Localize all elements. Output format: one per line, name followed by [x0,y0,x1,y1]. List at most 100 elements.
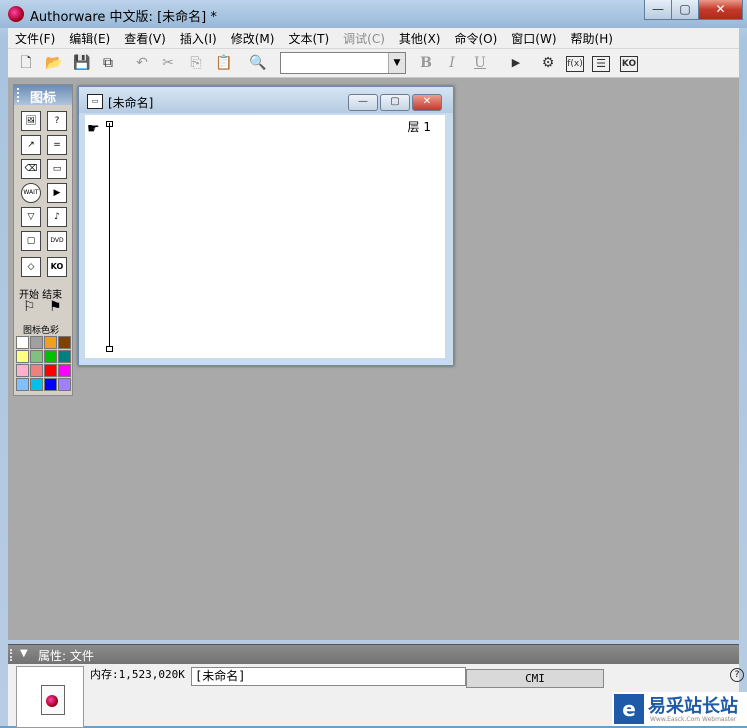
color-swatch[interactable] [58,336,71,349]
flowline-title: [未命名] [108,96,154,110]
bold-button[interactable]: B [416,53,436,73]
map-group-icon[interactable]: ▭ [47,159,67,179]
undo-icon[interactable]: ↶ [132,53,152,73]
knowledge-objects-icon[interactable]: KO [620,56,638,72]
grip-icon[interactable] [10,649,16,661]
watermark-logo: e [614,694,644,724]
display-icon[interactable]: 🖼 [21,111,41,131]
color-swatch[interactable] [58,378,71,391]
menu-edit[interactable]: 编辑(E) [62,28,117,48]
decision-icon[interactable]: ◇ [21,257,41,277]
color-swatch[interactable] [44,364,57,377]
underline-button[interactable]: U [470,53,490,73]
sound-icon[interactable]: ♪ [47,207,67,227]
maximize-button[interactable]: ▢ [671,0,699,20]
file-preview [16,666,84,728]
menu-insert[interactable]: 插入(I) [173,28,224,48]
find-icon[interactable]: 🔍 [248,53,268,73]
open-file-icon[interactable]: 📂 [44,53,64,73]
menu-view[interactable]: 查看(V) [117,28,173,48]
flowline-window: ▭ [未命名] — ▢ ✕ ☛ 层 1 [78,86,454,366]
color-swatch[interactable] [44,350,57,363]
menu-commands[interactable]: 命令(O) [447,28,504,48]
paste-icon[interactable]: 📋 [214,53,234,73]
color-swatch[interactable] [30,336,43,349]
color-swatch[interactable] [44,378,57,391]
menu-xtras[interactable]: 其他(X) [392,28,448,48]
calculation-icon[interactable]: = [47,135,67,155]
navigate-icon[interactable]: ▽ [21,207,41,227]
new-file-icon[interactable]: 🗋 [16,53,36,73]
color-swatch[interactable] [16,350,29,363]
memory-readout: 内存:1,523,020K [90,668,185,681]
palette-title-bar[interactable]: 图标 [14,85,72,106]
save-all-icon[interactable]: 💾 [72,53,92,73]
authorware-file-icon [41,685,65,715]
grip-icon[interactable] [17,88,25,102]
italic-button[interactable]: I [442,53,462,73]
color-swatch[interactable] [30,364,43,377]
icon-color-label: 图标色彩 [23,326,60,336]
menu-debug[interactable]: 调试(C) [336,28,392,48]
wait-icon[interactable]: WAIT [21,183,41,203]
flowline-window-icon: ▭ [87,94,103,109]
window-title: Authorware 中文版: [未命名] * [30,10,217,25]
watermark-subtext: Www.Easck.Com Webmaster [650,716,737,723]
flowline[interactable] [109,123,110,349]
menu-bar: 文件(F) 编辑(E) 查看(V) 插入(I) 修改(M) 文本(T) 调试(C) 其他(X)… [8,28,739,49]
paste-hand-icon[interactable]: ☛ [87,121,100,137]
functions-icon[interactable]: f(x) [566,56,584,72]
variables-icon[interactable]: ☰ [592,56,610,72]
end-flag-icon[interactable]: ⚑ [49,299,62,315]
flow-maximize-button[interactable]: ▢ [380,94,410,111]
flowline-title-bar[interactable]: ▭ [未命名] — ▢ ✕ [79,87,453,113]
icon-palette: 图标 🖼 ? ↗ = ⌫ ▭ WAIT ▶ ▽ ♪ ▢ DVD ◇ KO 开始 … [13,84,73,396]
color-swatch[interactable] [58,350,71,363]
control-panel-icon[interactable]: ⚙ [538,53,558,73]
color-swatch[interactable] [30,350,43,363]
cut-icon[interactable]: ✂ [158,53,178,73]
menu-help[interactable]: 帮助(H) [564,28,620,48]
collapse-arrow-icon[interactable]: ▼ [20,648,28,659]
watermark-text: 易采站长站 [648,696,738,717]
flow-minimize-button[interactable]: — [348,94,378,111]
chevron-down-icon[interactable]: ▼ [388,53,405,73]
app-window: Authorware 中文版: [未命名] * — ▢ ✕ 文件(F) 编辑(E)… [0,0,747,728]
text-style-combo[interactable]: ▼ [280,52,406,74]
close-button[interactable]: ✕ [698,0,743,20]
menu-modify[interactable]: 修改(M) [224,28,282,48]
flow-close-button[interactable]: ✕ [412,94,442,111]
color-swatch[interactable] [16,378,29,391]
color-swatch[interactable] [44,336,57,349]
color-swatch[interactable] [30,378,43,391]
color-swatch[interactable] [16,364,29,377]
properties-bar[interactable]: ▼ 属性: 文件 [8,644,739,665]
interaction-icon[interactable]: ? [47,111,67,131]
dvd-icon[interactable]: DVD [47,231,67,251]
color-swatch[interactable] [58,364,71,377]
run-icon[interactable]: ▶ [506,53,526,73]
import-icon[interactable]: ⧉ [98,53,118,73]
erase-icon[interactable]: ⌫ [21,159,41,179]
flowline-end-marker [106,346,113,352]
help-icon[interactable]: ? [730,668,744,682]
watermark: e 易采站长站 Www.Easck.Com Webmaster [612,692,747,726]
motion-icon[interactable]: ↗ [21,135,41,155]
tab-cmi[interactable]: CMI [466,669,604,688]
toolbar: 🗋 📂 💾 ⧉ ↶ ✂ ⎘ 📋 🔍 ▼ B I U ▶ ⚙ f(x) ☰ KO [8,49,739,78]
menu-file[interactable]: 文件(F) [8,28,62,48]
flowline-canvas[interactable]: ☛ 层 1 [85,115,445,358]
authorware-app-icon[interactable] [8,6,24,22]
digital-movie-icon[interactable]: ▶ [47,183,67,203]
palette-title: 图标 [30,91,57,106]
file-name-field[interactable]: [未命名] [191,667,466,686]
minimize-button[interactable]: — [644,0,672,20]
menu-window[interactable]: 窗口(W) [504,28,563,48]
framework-icon[interactable]: ▢ [21,231,41,251]
knowledge-object-icon[interactable]: KO [47,257,67,277]
start-flag-icon[interactable]: ⚐ [23,299,36,315]
menu-text[interactable]: 文本(T) [281,28,336,48]
color-swatch[interactable] [16,336,29,349]
title-bar: Authorware 中文版: [未命名] * — ▢ ✕ [0,0,747,28]
copy-icon[interactable]: ⎘ [186,53,206,73]
